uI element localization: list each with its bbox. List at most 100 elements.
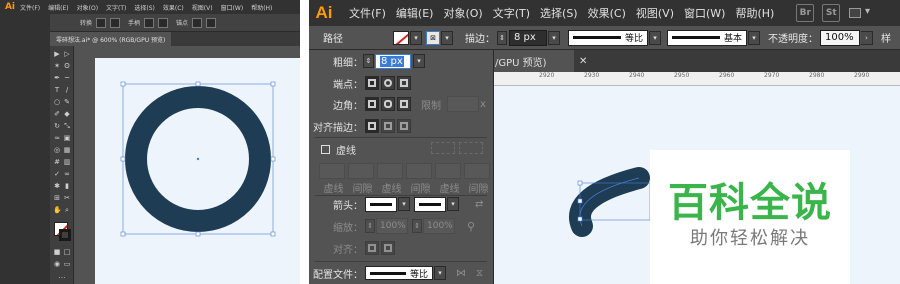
curvature-tool-icon[interactable]: ~ <box>63 74 71 82</box>
ellipse-tool-icon[interactable]: ○ <box>53 98 61 106</box>
stroke-label[interactable]: 描边： <box>465 30 495 45</box>
handle-remove-button[interactable] <box>158 17 169 28</box>
fill-color-swatch[interactable] <box>393 30 409 45</box>
scale-start-input[interactable]: 100% <box>376 218 408 234</box>
align-inside-icon[interactable] <box>381 119 395 133</box>
eyedropper-tool-icon[interactable]: ✓ <box>53 170 61 178</box>
align-outside-icon[interactable] <box>397 119 411 133</box>
limit-input[interactable] <box>447 96 479 112</box>
rotate-tool-icon[interactable]: ↻ <box>53 122 61 130</box>
close-tab-icon[interactable]: ✕ <box>579 56 587 67</box>
handle-button[interactable] <box>144 17 155 28</box>
slice-tool-icon[interactable]: ✂ <box>63 194 71 202</box>
gradient-tool-icon[interactable]: ▥ <box>63 158 71 166</box>
arrow-place-icon[interactable] <box>381 241 395 255</box>
brush-dropdown-icon[interactable]: ▾ <box>748 30 760 45</box>
align-center-icon[interactable] <box>365 119 379 133</box>
weight-stepper-icon[interactable]: ⇕ <box>363 54 374 68</box>
weight-dropdown-icon[interactable]: ▾ <box>413 54 425 68</box>
menu-edit[interactable]: 编辑(E) <box>48 3 68 12</box>
opacity-input[interactable]: 100% <box>820 29 860 46</box>
menu-select[interactable]: 选择(S) <box>540 5 578 21</box>
dash-align-corners-icon[interactable] <box>459 142 483 154</box>
document-tab[interactable]: /GPU 预览) <box>489 50 574 72</box>
magic-wand-tool-icon[interactable]: ✶ <box>53 62 61 70</box>
scale-tool-icon[interactable]: ⤡ <box>63 122 71 130</box>
workspace-icon[interactable] <box>849 8 861 18</box>
screen-mode-icon[interactable]: ▭ <box>63 260 71 268</box>
variable-width-profile[interactable]: 等比 <box>568 29 648 46</box>
dash-input-3[interactable] <box>435 163 461 179</box>
menu-select[interactable]: 选择(S) <box>134 3 155 12</box>
brush-definition[interactable]: 基本 <box>667 29 747 46</box>
direct-selection-tool-icon[interactable]: ▷ <box>63 50 71 58</box>
anchor-remove-button[interactable] <box>192 17 203 28</box>
type-tool-icon[interactable]: T <box>53 86 61 94</box>
lasso-tool-icon[interactable]: ʘ <box>63 62 71 70</box>
stroke-stepper-icon[interactable]: ⇕ <box>497 30 507 45</box>
shaper-tool-icon[interactable]: ✐ <box>53 110 61 118</box>
weight-input[interactable]: 8 px <box>375 53 411 69</box>
menu-window[interactable]: 窗口(W) <box>684 5 725 21</box>
left-canvas[interactable] <box>95 58 300 284</box>
hand-tool-icon[interactable]: ✋ <box>53 206 62 214</box>
color-mode-icon[interactable]: ■ <box>53 248 61 256</box>
convert-smooth-button[interactable] <box>110 17 121 28</box>
gap-input-2[interactable] <box>406 163 432 179</box>
stroke-weight-input[interactable]: 8 px <box>509 29 547 46</box>
selection-tool-icon[interactable]: ▶ <box>53 50 61 58</box>
artboard-tool-icon[interactable]: ⊞ <box>53 194 61 202</box>
fill-dropdown-icon[interactable]: ▾ <box>410 30 422 45</box>
link-scale-icon[interactable]: ⚲ <box>467 220 475 233</box>
end-arrowhead-select[interactable] <box>414 196 446 212</box>
menu-view[interactable]: 视图(V) <box>636 5 674 21</box>
start-arrowhead-select[interactable] <box>365 196 397 212</box>
zoom-tool-icon[interactable]: ⌕ <box>63 206 71 214</box>
end-arrow-dropdown-icon[interactable]: ▾ <box>447 197 459 211</box>
projecting-cap-icon[interactable] <box>397 76 411 90</box>
eraser-tool-icon[interactable]: ◆ <box>63 110 71 118</box>
style-label[interactable]: 样 <box>881 30 891 45</box>
menu-type[interactable]: 文字(T) <box>493 5 530 21</box>
gap-input-3[interactable] <box>464 163 490 179</box>
convert-button[interactable] <box>96 17 107 28</box>
profile-select[interactable]: 等比 <box>365 266 433 280</box>
butt-cap-icon[interactable] <box>365 76 379 90</box>
miter-join-icon[interactable] <box>365 97 379 111</box>
menu-type[interactable]: 文字(T) <box>106 3 126 12</box>
graph-tool-icon[interactable]: ▮ <box>63 182 71 190</box>
menu-object[interactable]: 对象(O) <box>77 3 98 12</box>
swap-arrows-icon[interactable]: ⇄ <box>475 199 483 210</box>
profile-dropdown-icon[interactable]: ▾ <box>649 30 661 45</box>
dash-preserve-icon[interactable] <box>431 142 455 154</box>
menu-edit[interactable]: 编辑(E) <box>396 5 434 21</box>
dash-input-1[interactable] <box>319 163 345 179</box>
arrow-extend-icon[interactable] <box>365 241 379 255</box>
width-tool-icon[interactable]: ≈ <box>53 134 61 142</box>
start-arrow-dropdown-icon[interactable]: ▾ <box>398 197 410 211</box>
opacity-label[interactable]: 不透明度： <box>768 30 818 45</box>
stock-app-icon[interactable]: St <box>822 4 841 22</box>
menu-effect[interactable]: 效果(C) <box>163 3 184 12</box>
menu-view[interactable]: 视图(V) <box>192 3 213 12</box>
round-cap-icon[interactable] <box>381 76 395 90</box>
document-tab[interactable]: 零碎想法.ai* @ 600% (RGB/GPU 预览) <box>50 32 172 46</box>
free-transform-tool-icon[interactable]: ▣ <box>63 134 71 142</box>
paintbrush-tool-icon[interactable]: ✎ <box>63 98 71 106</box>
scale-end-input[interactable]: 100% <box>423 218 455 234</box>
scale-stepper-2-icon[interactable]: ⇕ <box>412 219 422 233</box>
menu-file[interactable]: 文件(F) <box>20 3 40 12</box>
menu-window[interactable]: 窗口(W) <box>221 3 244 12</box>
more-tools-icon[interactable]: … <box>58 272 66 280</box>
menu-object[interactable]: 对象(O) <box>443 5 482 21</box>
mesh-tool-icon[interactable]: # <box>53 158 61 166</box>
draw-mode-icon[interactable]: ◉ <box>53 260 61 268</box>
flip-across-icon[interactable]: ⧖ <box>476 268 483 279</box>
flip-along-icon[interactable]: ⋈ <box>456 268 466 279</box>
scale-stepper-1-icon[interactable]: ⇕ <box>365 219 375 233</box>
bridge-app-icon[interactable]: Br <box>796 4 815 22</box>
blend-tool-icon[interactable]: ∞ <box>63 170 71 178</box>
bevel-join-icon[interactable] <box>397 97 411 111</box>
menu-effect[interactable]: 效果(C) <box>588 5 626 21</box>
stroke-dropdown-icon[interactable]: ▾ <box>441 30 453 45</box>
